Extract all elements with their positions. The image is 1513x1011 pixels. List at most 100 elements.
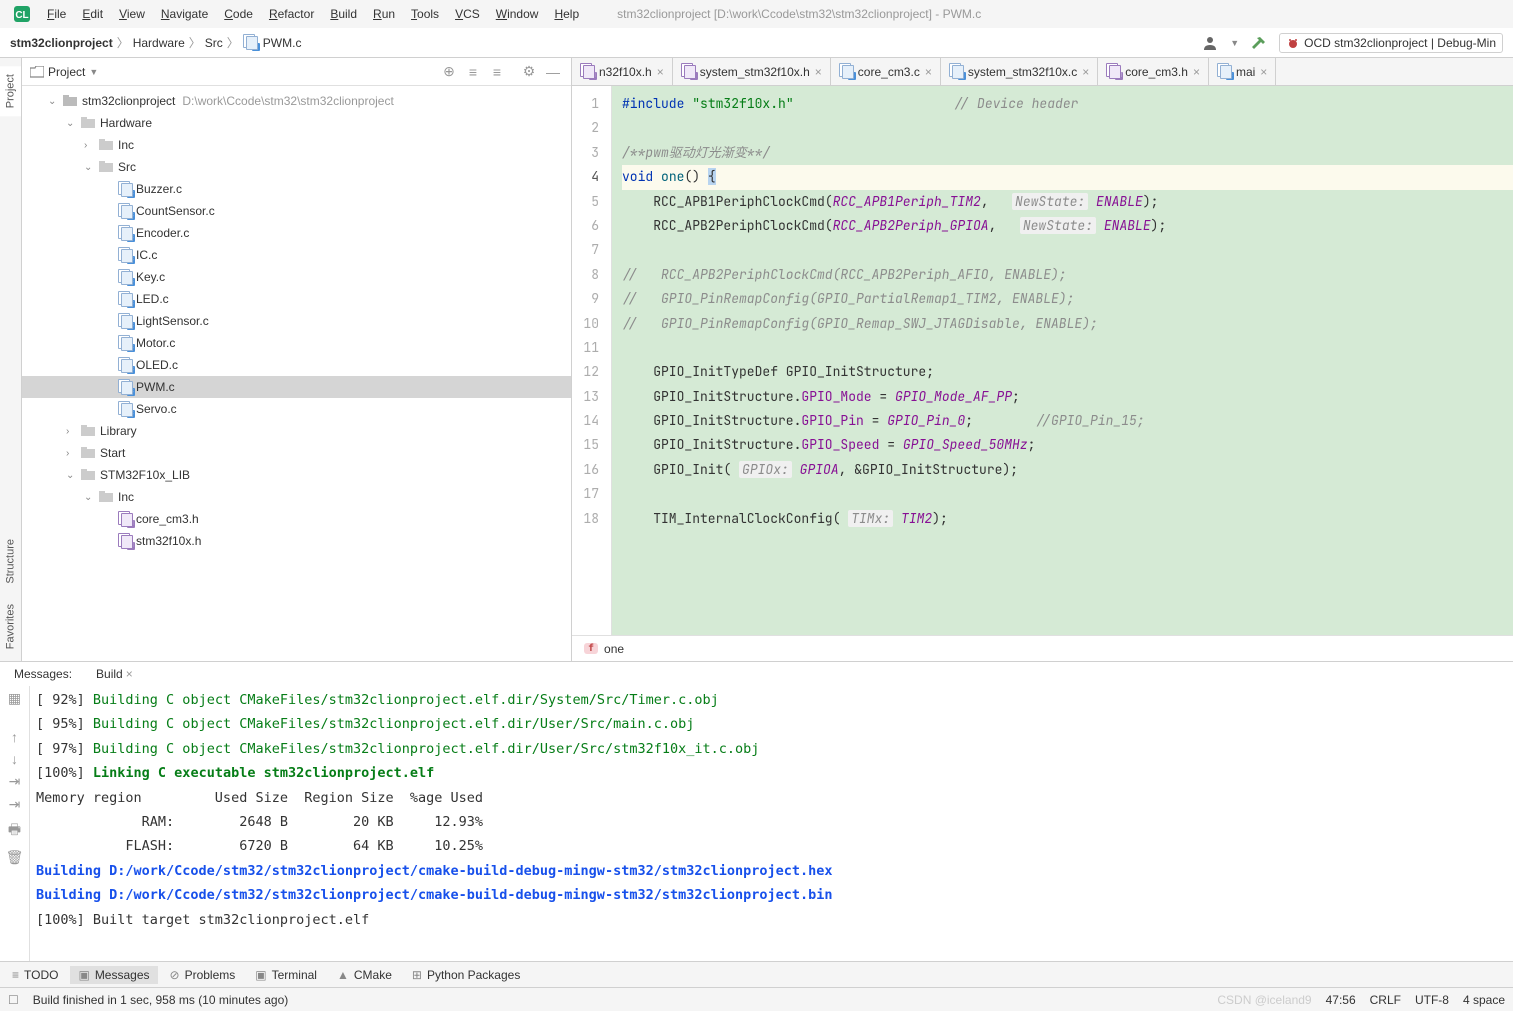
bottom-tab-cmake[interactable]: ▲CMake: [329, 966, 400, 984]
todo-icon: ≡: [12, 968, 19, 982]
cursor-position[interactable]: 47:56: [1326, 993, 1356, 1007]
menu-navigate[interactable]: Navigate: [153, 5, 216, 23]
tree-file[interactable]: COLED.c: [22, 354, 571, 376]
tree-file[interactable]: CMotor.c: [22, 332, 571, 354]
breadcrumb-root[interactable]: stm32clionproject: [10, 36, 113, 50]
tool-tab-project[interactable]: Project: [0, 66, 21, 116]
chevron-icon[interactable]: ›: [84, 140, 96, 151]
menu-refactor[interactable]: Refactor: [261, 5, 322, 23]
tree-folder[interactable]: ›Inc: [22, 134, 571, 156]
tree-file[interactable]: CServo.c: [22, 398, 571, 420]
tab-messages[interactable]: Messages:: [8, 665, 78, 683]
tree-file[interactable]: CIC.c: [22, 244, 571, 266]
dropdown-arrow-icon[interactable]: ▼: [1230, 38, 1239, 48]
bottom-tab-problems[interactable]: ⊘Problems: [162, 966, 244, 984]
editor-tab[interactable]: Ccore_cm3.c×: [831, 58, 941, 85]
close-icon[interactable]: ×: [1260, 65, 1267, 79]
down-arrow-icon[interactable]: ↓: [11, 751, 18, 767]
editor-tab[interactable]: Cmai×: [1209, 58, 1276, 85]
chevron-icon[interactable]: ⌄: [66, 118, 78, 129]
current-function-name[interactable]: one: [604, 642, 624, 656]
editor-tab[interactable]: Csystem_stm32f10x.c×: [941, 58, 1098, 85]
tree-folder[interactable]: ⌄Hardware: [22, 112, 571, 134]
indent-setting[interactable]: 4 space: [1463, 993, 1505, 1007]
tool-tab-favorites[interactable]: Favorites: [0, 596, 21, 657]
file-encoding[interactable]: UTF-8: [1415, 993, 1449, 1007]
editor-tab[interactable]: Hsystem_stm32f10x.h×: [673, 58, 831, 85]
menu-edit[interactable]: Edit: [74, 5, 111, 23]
line-separator[interactable]: CRLF: [1370, 993, 1401, 1007]
bottom-tab-messages[interactable]: ▣Messages: [70, 966, 157, 984]
menu-view[interactable]: View: [111, 5, 153, 23]
project-panel-title[interactable]: Project: [48, 65, 85, 79]
menu-build[interactable]: Build: [322, 5, 365, 23]
chevron-icon[interactable]: ›: [66, 426, 78, 437]
chevron-icon[interactable]: ⌄: [48, 96, 60, 107]
window-icon[interactable]: ☐: [8, 993, 19, 1007]
svg-text:CL: CL: [15, 10, 28, 21]
tool-tab-structure[interactable]: Structure: [0, 531, 21, 592]
tree-file[interactable]: CCountSensor.c: [22, 200, 571, 222]
settings-gear-icon[interactable]: ⚙: [519, 62, 539, 82]
tree-file[interactable]: Hstm32f10x.h: [22, 530, 571, 552]
menu-vcs[interactable]: VCS: [447, 5, 488, 23]
chevron-icon[interactable]: ⌄: [84, 162, 96, 173]
scroll-to-end-icon[interactable]: ⇥: [9, 796, 21, 813]
tree-file[interactable]: CEncoder.c: [22, 222, 571, 244]
editor-tab[interactable]: Hn32f10x.h×: [572, 58, 673, 85]
menu-file[interactable]: File: [39, 5, 74, 23]
close-icon[interactable]: ×: [1082, 65, 1089, 79]
editor-tab[interactable]: Hcore_cm3.h×: [1098, 58, 1209, 85]
print-icon[interactable]: 🖶: [8, 819, 21, 843]
breadcrumb-item[interactable]: Hardware: [133, 36, 185, 50]
expand-all-icon[interactable]: ≡: [463, 62, 483, 82]
menu-tools[interactable]: Tools: [403, 5, 447, 23]
build-output-text[interactable]: [ 92%] Building C object CMakeFiles/stm3…: [30, 686, 1513, 961]
window-title: stm32clionproject [D:\work\Ccode\stm32\s…: [617, 7, 981, 21]
menu-code[interactable]: Code: [216, 5, 261, 23]
close-icon[interactable]: ×: [126, 667, 133, 681]
tree-folder[interactable]: ⌄stm32clionprojectD:\work\Ccode\stm32\st…: [22, 90, 571, 112]
tree-file[interactable]: CLightSensor.c: [22, 310, 571, 332]
bottom-tab-terminal[interactable]: ▣Terminal: [247, 966, 325, 984]
tab-build[interactable]: Build×: [90, 665, 139, 683]
tree-folder[interactable]: ⌄Src: [22, 156, 571, 178]
editor-gutter[interactable]: 123456789101112131415161718: [572, 86, 612, 635]
soft-wrap-icon[interactable]: ⇥: [9, 773, 21, 790]
close-icon[interactable]: ×: [815, 65, 822, 79]
breadcrumb-file[interactable]: PWM.c: [263, 36, 302, 50]
code-area[interactable]: #include "stm32f10x.h"// Device header /…: [612, 86, 1513, 635]
close-icon[interactable]: ×: [925, 65, 932, 79]
tree-file[interactable]: CKey.c: [22, 266, 571, 288]
select-opened-file-icon[interactable]: ⊕: [439, 62, 459, 82]
run-configuration-selector[interactable]: OCD stm32clionproject | Debug-Min: [1279, 33, 1503, 53]
tree-file[interactable]: Hcore_cm3.h: [22, 508, 571, 530]
hammer-build-icon[interactable]: [1249, 33, 1269, 53]
tree-folder[interactable]: ›Library: [22, 420, 571, 442]
close-icon[interactable]: ×: [657, 65, 664, 79]
tree-folder[interactable]: ⌄Inc: [22, 486, 571, 508]
menu-run[interactable]: Run: [365, 5, 403, 23]
hide-icon[interactable]: —: [543, 62, 563, 82]
tree-folder[interactable]: ›Start: [22, 442, 571, 464]
user-icon[interactable]: [1200, 33, 1220, 53]
breadcrumb-item[interactable]: Src: [205, 36, 223, 50]
chevron-icon[interactable]: ⌄: [84, 492, 96, 503]
dropdown-arrow-icon[interactable]: ▼: [89, 67, 98, 77]
bottom-tab-todo[interactable]: ≡TODO: [4, 966, 66, 984]
up-arrow-icon[interactable]: ↑: [11, 729, 18, 745]
project-tree[interactable]: ⌄stm32clionprojectD:\work\Ccode\stm32\st…: [22, 86, 571, 661]
chevron-icon[interactable]: ›: [66, 448, 78, 459]
close-icon[interactable]: ×: [1193, 65, 1200, 79]
tree-folder[interactable]: ⌄STM32F10x_LIB: [22, 464, 571, 486]
bottom-tab-python[interactable]: ⊞Python Packages: [404, 966, 528, 984]
menu-help[interactable]: Help: [546, 5, 587, 23]
filter-icon[interactable]: ▦: [8, 690, 21, 707]
menu-window[interactable]: Window: [488, 5, 547, 23]
tree-file[interactable]: CPWM.c: [22, 376, 571, 398]
clear-icon[interactable]: 🗑: [6, 849, 24, 866]
tree-file[interactable]: CLED.c: [22, 288, 571, 310]
collapse-all-icon[interactable]: ≡: [487, 62, 507, 82]
chevron-icon[interactable]: ⌄: [66, 470, 78, 481]
tree-file[interactable]: CBuzzer.c: [22, 178, 571, 200]
